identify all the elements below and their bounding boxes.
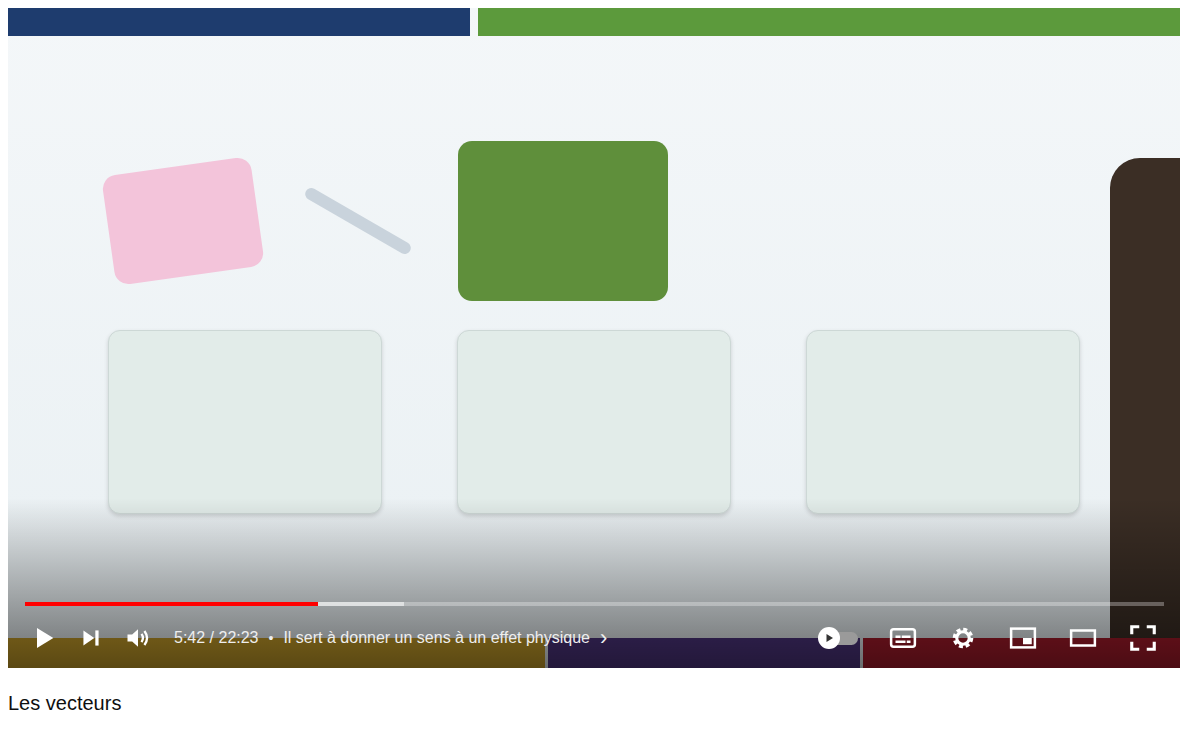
video-title: Les vecteurs: [8, 692, 1180, 715]
play-button[interactable]: [22, 624, 66, 652]
play-icon: [30, 624, 58, 652]
fullscreen-button[interactable]: [1120, 623, 1166, 653]
progress-bar[interactable]: [25, 602, 1164, 606]
chapter-title[interactable]: Il sert à donner un sens à un effet phys…: [283, 629, 590, 647]
volume-button[interactable]: [116, 624, 160, 652]
theater-button[interactable]: [1060, 623, 1106, 653]
time-display: 5:42 / 22:23: [174, 629, 259, 647]
theater-icon: [1068, 623, 1098, 653]
video-player[interactable]: 5:42 / 22:23 • Il sert à donner un sens à …: [8, 8, 1180, 668]
autoplay-play-icon: [823, 632, 835, 644]
chapter-chevron[interactable]: ›: [600, 627, 607, 649]
fullscreen-icon: [1128, 623, 1158, 653]
separator: •: [269, 630, 274, 646]
video-frame: [8, 8, 1180, 668]
watch-page: 5:42 / 22:23 • Il sert à donner un sens à …: [0, 0, 1188, 715]
settings-button[interactable]: [940, 623, 986, 653]
player-controls: 5:42 / 22:23 • Il sert à donner un sens à …: [8, 602, 1180, 668]
miniplayer-icon: [1008, 623, 1038, 653]
miniplayer-button[interactable]: [1000, 623, 1046, 653]
autoplay-toggle[interactable]: [814, 623, 866, 653]
captions-icon: [888, 623, 918, 653]
volume-icon: [124, 624, 152, 652]
next-icon: [78, 625, 104, 651]
captions-button[interactable]: [880, 623, 926, 653]
next-button[interactable]: [70, 625, 112, 651]
gear-icon: [948, 623, 978, 653]
